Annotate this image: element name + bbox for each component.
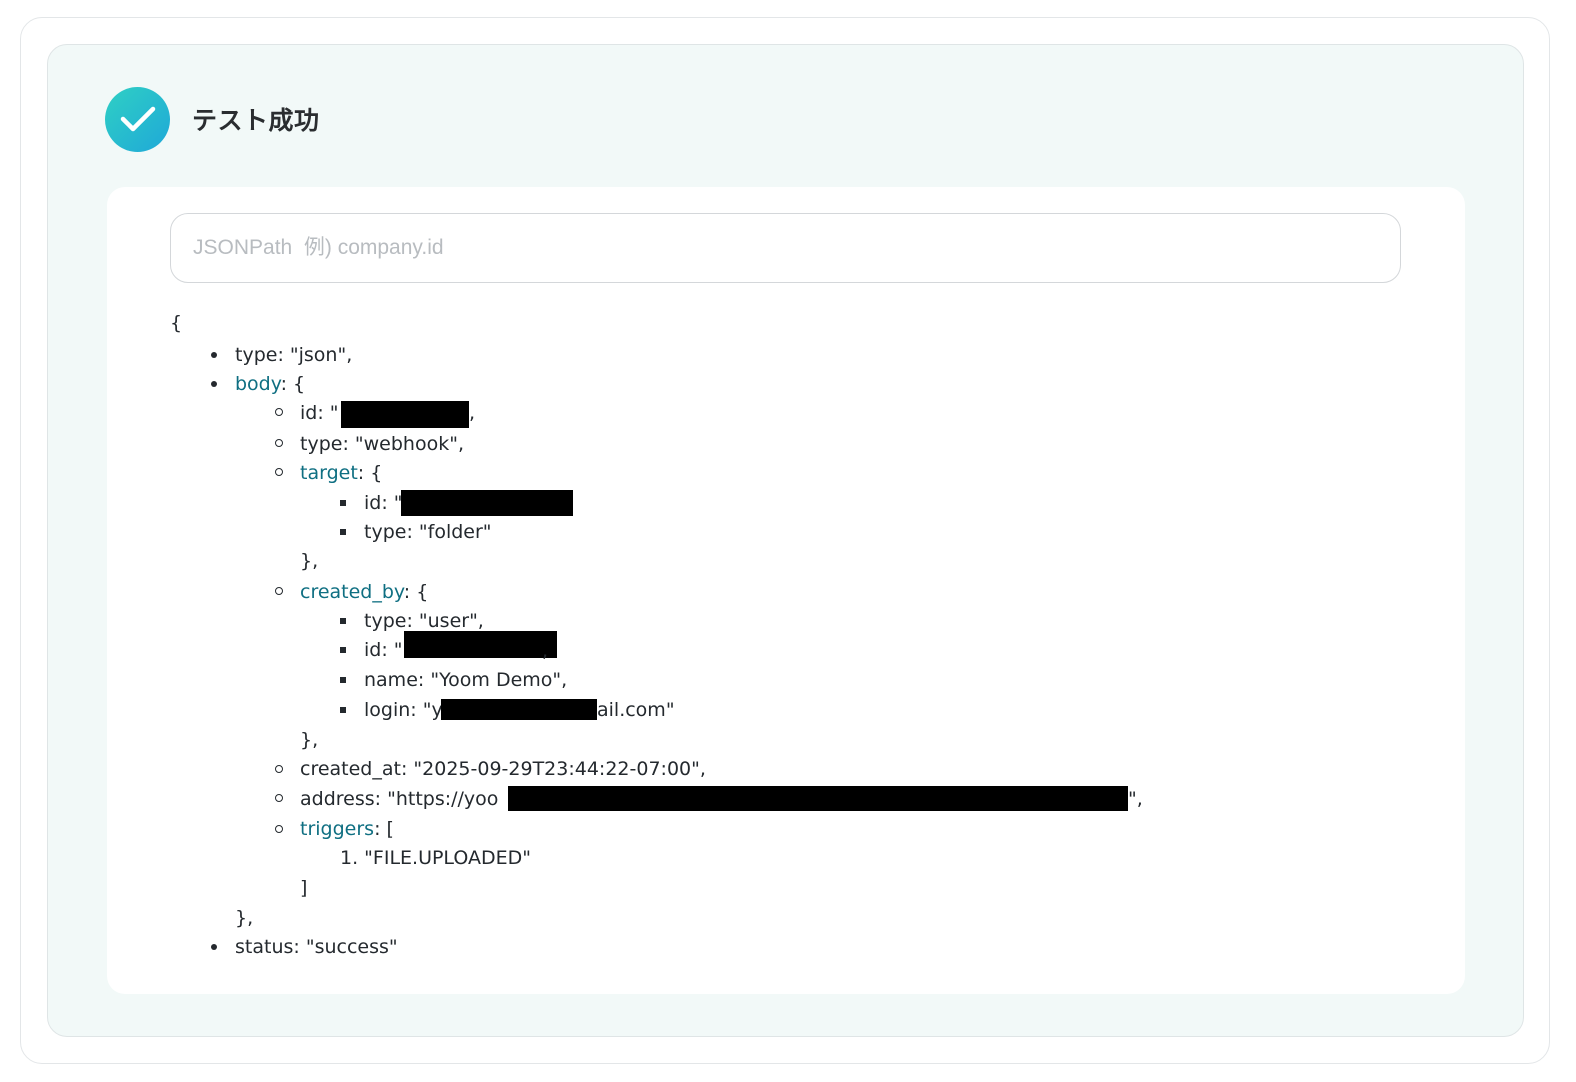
target-id-prefix: id: " [364, 492, 403, 514]
created-by-key-link[interactable]: created_by [300, 581, 404, 603]
body-key-link[interactable]: body [235, 373, 281, 395]
target-key-link[interactable]: target [300, 462, 358, 484]
bullet [275, 794, 283, 802]
body-line: body: { [235, 372, 305, 396]
bullet [340, 647, 346, 653]
bullet [211, 352, 217, 358]
trigger-item: 1. "FILE.UPLOADED" [340, 847, 531, 869]
created-by-open: : { [403, 581, 429, 603]
jsonpath-search-input[interactable] [170, 213, 1401, 283]
created-by-line: created_by: { [300, 580, 428, 604]
cb-login-suffix: ail.com" [597, 699, 675, 721]
check-icon [105, 86, 170, 152]
created-at-line: created_at: "2025-09-29T23:44:22-07:00", [300, 758, 706, 780]
status-line: status: "success" [235, 936, 398, 958]
created-by-close: }, [300, 729, 319, 751]
cb-type-line: type: "user", [364, 610, 484, 632]
redacted-target-id [401, 490, 573, 516]
triggers-close: ] [300, 877, 308, 899]
body-close: }, [235, 907, 254, 929]
redacted-body-id [341, 401, 469, 428]
bullet [211, 381, 217, 387]
bullet [340, 707, 346, 713]
target-line: target: { [300, 461, 382, 485]
bullet [275, 825, 283, 833]
body-id-suffix: , [469, 402, 476, 424]
success-header: テスト成功 [105, 86, 320, 152]
bullet [340, 500, 346, 506]
body-type-line: type: "webhook", [300, 433, 464, 455]
target-type-line: type: "folder" [364, 521, 492, 543]
body-id-prefix: id: " [300, 402, 339, 424]
target-open: : { [357, 462, 383, 484]
redacted-address [508, 786, 1128, 811]
body-open: : { [280, 373, 306, 395]
redacted-login [441, 699, 597, 720]
triggers-open: : [ [374, 818, 394, 840]
success-title: テスト成功 [192, 107, 320, 135]
bullet [340, 677, 346, 683]
target-close: }, [300, 550, 319, 572]
bullet [275, 408, 283, 416]
open-brace: { [170, 312, 183, 334]
cb-id-suffix: , [542, 640, 549, 662]
triggers-key-link[interactable]: triggers [300, 818, 374, 840]
bullet [211, 944, 217, 950]
bullet [275, 765, 283, 773]
bullet [275, 587, 283, 595]
bullet [340, 618, 346, 624]
cb-name-line: name: "Yoom Demo", [364, 669, 568, 691]
bullet [275, 468, 283, 476]
address-prefix: address: "https://yoo [300, 788, 499, 810]
triggers-line: triggers: [ [300, 817, 394, 841]
cb-login-prefix: login: "y [364, 699, 443, 721]
bullet [340, 529, 346, 535]
bullet [275, 439, 283, 447]
address-suffix: ", [1128, 788, 1143, 810]
cb-id-prefix: id: " [364, 639, 403, 661]
type-line: type: "json", [235, 344, 353, 366]
redacted-user-id [404, 631, 557, 658]
